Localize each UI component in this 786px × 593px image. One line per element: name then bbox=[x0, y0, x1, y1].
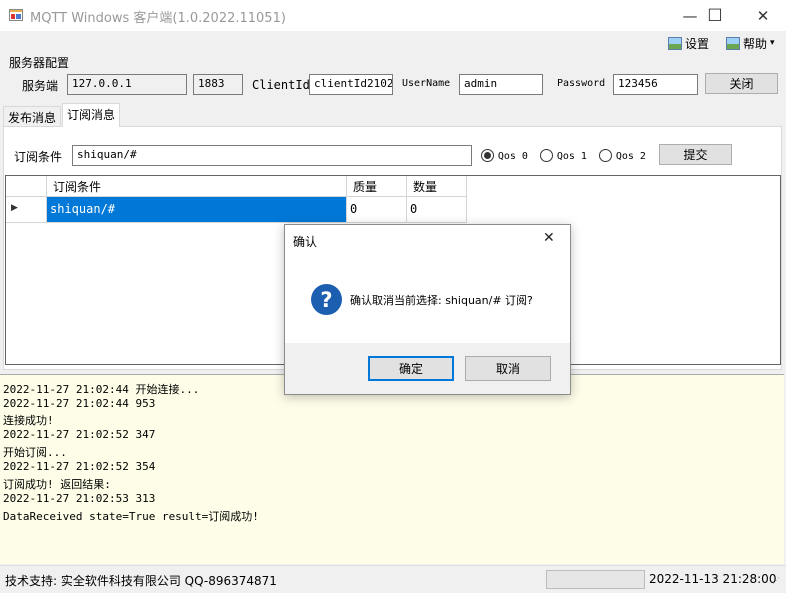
radio-icon bbox=[540, 149, 553, 162]
chevron-down-icon: ▾ bbox=[770, 38, 775, 48]
menu-settings[interactable]: 设置 bbox=[668, 33, 709, 53]
password-field[interactable]: 123456 bbox=[613, 74, 698, 95]
cancel-button[interactable]: 取消 bbox=[465, 356, 551, 381]
menu-help[interactable]: 帮助 ▾ bbox=[726, 33, 775, 53]
log-line: 2022-11-27 21:02:53 313 bbox=[3, 492, 156, 505]
table-row-count[interactable]: 0 bbox=[407, 197, 467, 223]
question-icon: ? bbox=[311, 284, 342, 315]
client-id-label: ClientId bbox=[252, 78, 310, 92]
password-label: Password bbox=[557, 78, 606, 89]
resize-grip-icon[interactable]: ⋰ bbox=[772, 577, 784, 590]
client-id-field[interactable]: clientId21024 bbox=[309, 74, 393, 95]
qos-1-option[interactable]: Qos 1 bbox=[540, 148, 587, 162]
username-label: UserName bbox=[402, 78, 451, 89]
dialog-close-button[interactable]: ✕ bbox=[543, 230, 555, 246]
qos-0-label: Qos 0 bbox=[497, 151, 528, 162]
tab-publish[interactable]: 发布消息 bbox=[3, 106, 62, 126]
status-datetime: 2022-11-13 21:28:00 bbox=[649, 572, 777, 586]
progress-bar bbox=[546, 570, 645, 589]
ok-button[interactable]: 确定 bbox=[368, 356, 454, 381]
port-field[interactable]: 1883 bbox=[193, 74, 243, 95]
maximize-button[interactable]: ☐ bbox=[692, 0, 738, 31]
dialog-message: 确认取消当前选择: shiquan/# 订阅? bbox=[350, 294, 533, 307]
log-line: DataReceived state=True result=订阅成功! bbox=[3, 510, 259, 523]
column-header-topic[interactable]: 订阅条件 bbox=[47, 176, 347, 197]
host-label: 服务端 bbox=[22, 79, 59, 93]
log-line: 2022-11-27 21:02:44 开始连接... bbox=[3, 383, 200, 396]
radio-selected-icon bbox=[481, 149, 494, 162]
log-line: 连接成功! bbox=[3, 414, 54, 427]
dialog-title: 确认 bbox=[293, 235, 318, 249]
picture-icon bbox=[668, 36, 682, 50]
radio-icon bbox=[599, 149, 612, 162]
qos-2-option[interactable]: Qos 2 bbox=[599, 148, 646, 162]
menu-help-label: 帮助 bbox=[743, 36, 768, 51]
close-connection-button[interactable]: 关闭 bbox=[705, 73, 778, 94]
column-header-qos[interactable]: 质量 bbox=[347, 176, 407, 197]
qos-2-label: Qos 2 bbox=[615, 151, 646, 162]
grid-corner bbox=[6, 176, 47, 197]
app-icon bbox=[9, 9, 23, 21]
close-window-button[interactable]: ✕ bbox=[740, 0, 786, 31]
log-area[interactable]: 2022-11-27 21:02:44 开始连接... 2022-11-27 2… bbox=[0, 374, 784, 564]
row-indicator[interactable]: ▶ bbox=[6, 197, 47, 223]
topic-label: 订阅条件 bbox=[14, 150, 63, 164]
log-line: 开始订阅... bbox=[3, 446, 67, 459]
log-line: 2022-11-27 21:02:52 354 bbox=[3, 460, 156, 473]
log-line: 2022-11-27 21:02:52 347 bbox=[3, 428, 156, 441]
status-bar: 技术支持: 实全软件科技有限公司 QQ-896374871 2022-11-13… bbox=[0, 565, 786, 593]
tab-subscribe[interactable]: 订阅消息 bbox=[62, 103, 121, 127]
table-row-topic[interactable]: shiquan/# bbox=[47, 197, 347, 223]
server-group-label: 服务器配置 bbox=[9, 56, 70, 70]
username-field[interactable]: admin bbox=[459, 74, 543, 95]
qos-1-label: Qos 1 bbox=[556, 151, 587, 162]
dialog-footer: 确定 取消 bbox=[285, 343, 570, 394]
qos-0-option[interactable]: Qos 0 bbox=[481, 148, 528, 162]
picture-icon bbox=[726, 36, 740, 50]
topic-input[interactable]: shiquan/# bbox=[72, 145, 472, 166]
column-header-count[interactable]: 数量 bbox=[407, 176, 467, 197]
menu-settings-label: 设置 bbox=[685, 36, 710, 51]
log-line: 2022-11-27 21:02:44 953 bbox=[3, 397, 156, 410]
title-bar: MQTT Windows 客户端(1.0.2022.11051) — ☐ ✕ bbox=[0, 0, 786, 31]
submit-button[interactable]: 提交 bbox=[659, 144, 732, 165]
confirm-dialog: 确认 ✕ ? 确认取消当前选择: shiquan/# 订阅? 确定 取消 bbox=[284, 224, 571, 395]
table-row-qos[interactable]: 0 bbox=[347, 197, 407, 223]
log-line: 订阅成功! 返回结果: bbox=[3, 478, 111, 491]
support-text: 技术支持: 实全软件科技有限公司 QQ-896374871 bbox=[5, 574, 277, 588]
window-title: MQTT Windows 客户端(1.0.2022.11051) bbox=[30, 11, 286, 26]
host-field[interactable]: 127.0.0.1 bbox=[67, 74, 187, 95]
